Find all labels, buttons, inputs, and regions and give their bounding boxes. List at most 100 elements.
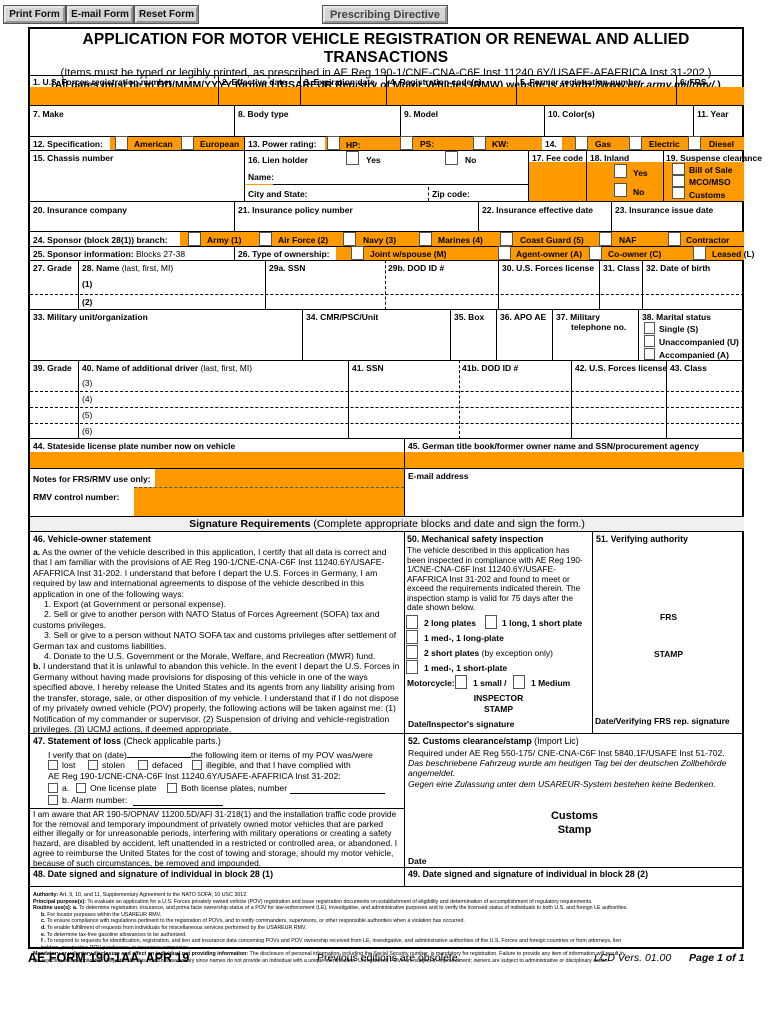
routine-f-text: To respond to requests for identificatio… <box>45 938 622 945</box>
customs-label: Customs <box>689 190 726 200</box>
disposal-option-2: 2. Sell or give to another person with N… <box>33 609 380 630</box>
checkbox-european[interactable] <box>181 136 194 150</box>
checkbox-navy[interactable] <box>343 232 356 246</box>
checkbox-accompanied[interactable] <box>644 348 655 360</box>
checkbox-1-med-1-short[interactable] <box>406 660 418 674</box>
notes-input[interactable] <box>155 469 404 487</box>
lien-name-label: Name: <box>248 172 274 182</box>
field-5-label: 5. Former registration number <box>520 77 642 87</box>
lien-no-label: No <box>465 155 477 165</box>
block-52-title: 52. Customs clearance/stamp (Import Lic) <box>408 736 579 746</box>
checkbox-single[interactable] <box>644 322 655 334</box>
checkbox-one-plate[interactable] <box>76 783 86 793</box>
field-15-label: 15. Chassis number <box>33 153 114 163</box>
plate-option-4-note: (by exception only) <box>479 648 553 658</box>
checkbox-inland-no[interactable] <box>614 183 627 197</box>
checkbox-co-owner[interactable] <box>589 246 602 260</box>
checkbox-1-med-1-long[interactable] <box>406 630 418 644</box>
prescribing-directive-button[interactable]: Prescribing Directive <box>322 5 448 24</box>
checkbox-2-long-plates[interactable] <box>406 615 418 629</box>
checkbox-lost[interactable] <box>48 760 58 770</box>
disposal-option-4: 4. Donate to the U.S. Government or the … <box>44 651 376 662</box>
checkbox-motorcycle-medium[interactable] <box>513 675 525 689</box>
option-european: European <box>200 139 240 149</box>
checkbox-joint-spouse[interactable] <box>351 246 364 260</box>
checkbox-lien-yes[interactable] <box>346 151 359 165</box>
checkbox-gas[interactable] <box>575 136 588 150</box>
checkbox-electric[interactable] <box>629 136 642 150</box>
row1-input-fill[interactable] <box>30 88 744 105</box>
field-20-label: 20. Insurance company <box>33 205 128 215</box>
field-4-label: 4. Registration code(s) <box>390 77 482 87</box>
checkbox-defaced[interactable] <box>138 760 148 770</box>
checkbox-coast-guard[interactable] <box>500 232 513 246</box>
checkbox-alarm[interactable] <box>48 795 58 805</box>
branch-coast-guard: Coast Guard (5) <box>520 235 584 245</box>
email-label: E-mail address <box>408 471 469 481</box>
both-plates-label: Both license plates, number <box>181 783 288 793</box>
plate-option-3: 1 med-, 1 long-plate <box>424 633 504 643</box>
loss-a-label: a. <box>62 783 70 793</box>
plate-option-1: 2 long plates <box>424 618 476 628</box>
customs-stamp-line1: Customs <box>550 810 599 822</box>
checkbox-motorcycle-small[interactable] <box>455 675 467 689</box>
inspector-signature-label: Date/Inspector's signature <box>408 719 515 729</box>
inland-no-label: No <box>633 187 645 197</box>
checkbox-inland-yes[interactable] <box>614 164 627 178</box>
field-2-label: 2. Effective date <box>222 77 287 87</box>
checkbox-army[interactable] <box>188 232 201 246</box>
block-50-text: The vehicle described in this applicatio… <box>407 545 583 612</box>
block-47-title-text: 47. Statement of loss <box>33 736 121 746</box>
checkbox-illegible[interactable] <box>192 760 202 770</box>
checkbox-unaccompanied[interactable] <box>644 335 655 347</box>
field-32-label: 32. Date of birth <box>646 263 711 273</box>
checkbox-leased[interactable] <box>693 246 706 260</box>
checkbox-contractor[interactable] <box>668 232 681 246</box>
checkbox-mco-mso[interactable] <box>672 175 685 187</box>
ownership-joint: Joint w/spouse (M) <box>370 249 447 259</box>
alarm-number-input[interactable] <box>133 805 223 806</box>
checkbox-kw[interactable] <box>473 136 486 150</box>
checkbox-1-long-1-short[interactable] <box>485 615 497 629</box>
checkbox-loss-a[interactable] <box>48 783 58 793</box>
option-ps: PS: <box>420 139 435 149</box>
checkbox-customs[interactable] <box>672 187 685 199</box>
print-form-button[interactable]: Print Form <box>3 5 66 24</box>
driver-row-6: (6) <box>82 426 93 436</box>
checkbox-hp[interactable] <box>327 136 340 150</box>
checkbox-lien-no[interactable] <box>445 151 458 165</box>
checkbox-2-short-plates[interactable] <box>406 645 418 659</box>
field-40-note: (last, first, MI) <box>198 363 253 373</box>
checkbox-diesel[interactable] <box>688 136 701 150</box>
field-14-label: 14. <box>545 139 557 149</box>
checkbox-air-force[interactable] <box>259 232 272 246</box>
mco-mso-label: MCO/MSO <box>689 177 731 187</box>
rmv-control-input[interactable] <box>134 487 404 516</box>
block-46-title: 46. Vehicle-owner statement <box>33 534 151 544</box>
plates-number-input[interactable] <box>290 793 385 794</box>
checkbox-stolen[interactable] <box>88 760 98 770</box>
email-form-button[interactable]: E-mail Form <box>66 5 134 24</box>
field-40-text: 40. Name of additional driver <box>82 363 199 373</box>
form-title: APPLICATION FOR MOTOR VEHICLE REGISTRATI… <box>82 31 690 66</box>
checkbox-american[interactable] <box>115 136 128 150</box>
driver-row-4: (4) <box>82 394 93 404</box>
field-37-label: 37. Military <box>556 312 600 322</box>
field-25-note: Blocks 27-38 <box>133 249 186 259</box>
frs-stamp-line2: STAMP <box>653 649 684 659</box>
reset-form-button[interactable]: Reset Form <box>134 5 199 24</box>
option-gas: Gas <box>595 139 612 149</box>
field-21-label: 21. Insurance policy number <box>238 205 353 215</box>
checkbox-marines[interactable] <box>419 232 432 246</box>
field-37-label-2: telephone no. <box>571 322 627 332</box>
checkbox-both-plates[interactable] <box>167 783 177 793</box>
disposal-option-3: 3. Sell or give to a person without NATO… <box>33 630 397 651</box>
loss-date-input[interactable] <box>126 749 191 758</box>
checkbox-agent-owner[interactable] <box>498 246 511 260</box>
checkbox-ps[interactable] <box>400 136 413 150</box>
checkbox-naf[interactable] <box>599 232 612 246</box>
signature-title: Signature Requirements <box>189 518 311 530</box>
row44-45-input-fill[interactable] <box>30 452 744 468</box>
field-33-label: 33. Military unit/organization <box>33 312 148 322</box>
checkbox-bill-of-sale[interactable] <box>672 163 685 175</box>
